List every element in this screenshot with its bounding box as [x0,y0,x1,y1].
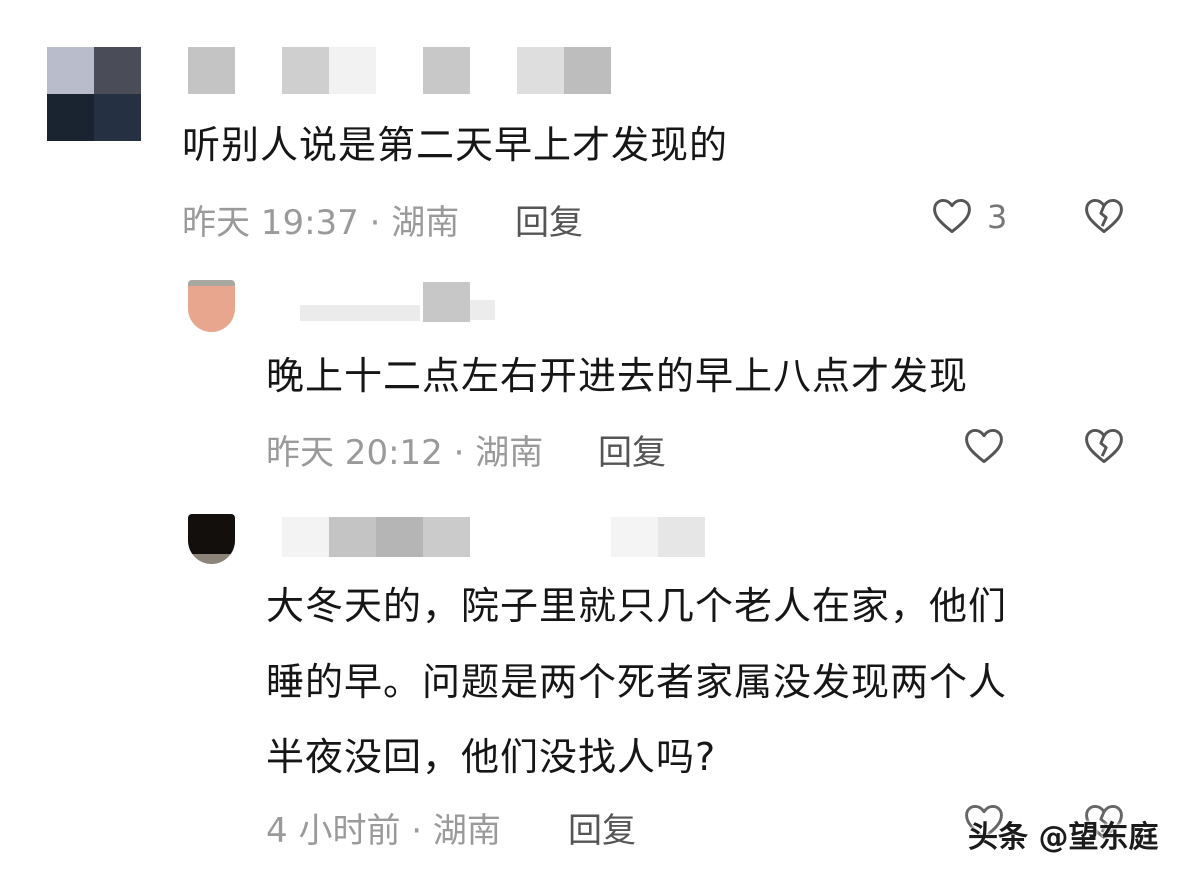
avatar[interactable] [47,47,141,141]
comment-text: 晚上十二点左右开进去的早上八点才发现 [266,354,969,398]
comment-meta: 昨天 19:37 · 湖南 [182,203,460,243]
broken-heart-icon[interactable] [1082,424,1126,468]
heart-outline-icon[interactable] [930,194,974,238]
watermark: 头条 @望东庭 [968,820,1159,855]
comment-text-line-2: 睡的早。问题是两个死者家属没发现两个人 [266,660,1008,704]
reply-button[interactable]: 回复 [515,195,583,244]
reply-button[interactable]: 回复 [598,425,666,474]
broken-heart-icon[interactable] [1082,194,1126,238]
comment-text-line-3: 半夜没回，他们没找人吗? [266,735,717,779]
avatar[interactable] [188,514,235,564]
comment-meta: 昨天 20:12 · 湖南 [266,433,544,473]
like-count: 3 [987,198,1008,236]
heart-outline-icon[interactable] [962,424,1006,468]
reply-button[interactable]: 回复 [568,803,636,852]
avatar[interactable] [188,280,235,332]
comment-text: 听别人说是第二天早上才发现的 [182,123,729,167]
comment-meta: 4 小时前 · 湖南 [266,811,501,851]
comment-text-line-1: 大冬天的，院子里就只几个老人在家，他们 [266,584,1008,628]
